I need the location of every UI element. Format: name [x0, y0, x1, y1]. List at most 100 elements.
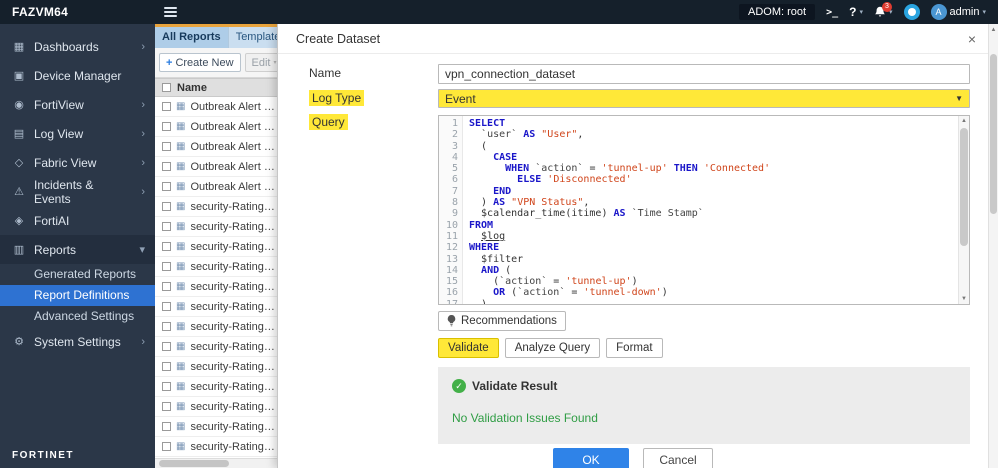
sidebar-item-advanced-settings[interactable]: Advanced Settings: [0, 306, 155, 327]
report-list-item[interactable]: ▦ security-Rating-N...: [155, 337, 277, 357]
username: admin: [949, 6, 980, 18]
sidebar-item-report-definitions[interactable]: Report Definitions: [0, 285, 155, 306]
report-icon: ▦: [176, 361, 186, 372]
success-check-icon: ✓: [452, 379, 466, 393]
close-icon[interactable]: ×: [968, 24, 976, 54]
tab-templates[interactable]: Templates: [229, 27, 277, 48]
hamburger-menu-icon[interactable]: [164, 4, 180, 20]
sidebar: ▦ Dashboards › ▣ Device Manager ◉ FortiV…: [0, 24, 155, 468]
query-code[interactable]: SELECT `user` AS "User", ( CASE WHEN `ac…: [463, 116, 958, 304]
report-list-item[interactable]: ▦ security-Rating-N...: [155, 377, 277, 397]
row-checkbox[interactable]: [162, 402, 171, 411]
sidebar-item-fortiview[interactable]: ◉ FortiView ›: [0, 90, 155, 119]
row-checkbox[interactable]: [162, 282, 171, 291]
row-checkbox[interactable]: [162, 382, 171, 391]
sidebar-item-dashboards[interactable]: ▦ Dashboards ›: [0, 32, 155, 61]
log-type-value: Event: [445, 91, 476, 106]
report-name: Outbreak Alert - ...: [190, 180, 277, 193]
report-list-item[interactable]: ▦ security-Rating-N...: [155, 397, 277, 417]
row-checkbox[interactable]: [162, 182, 171, 191]
report-list-item[interactable]: ▦ security-Rating-N...: [155, 197, 277, 217]
row-checkbox[interactable]: [162, 302, 171, 311]
row-checkbox[interactable]: [162, 362, 171, 371]
sidebar-item-incidents-events[interactable]: ⚠ Incidents & Events ›: [0, 177, 155, 206]
scrollbar-thumb[interactable]: [960, 128, 968, 246]
notification-badge: 3: [882, 2, 892, 12]
format-button[interactable]: Format: [606, 338, 663, 358]
query-editor[interactable]: 1 2 3 4 5 6 7 8 9 10 11 12 13 14 15 16 17 SELECT `user` …: [438, 115, 970, 305]
report-name: security-Rating-N...: [190, 200, 277, 213]
editor-scrollbar[interactable]: ▲ ▼: [958, 116, 969, 304]
row-checkbox[interactable]: [162, 202, 171, 211]
report-list-item[interactable]: ▦ security-Rating-N...: [155, 357, 277, 377]
row-checkbox[interactable]: [162, 222, 171, 231]
create-new-button[interactable]: + Create New: [159, 53, 241, 72]
page-scrollbar[interactable]: ▲: [988, 24, 998, 468]
select-all-checkbox[interactable]: [162, 83, 171, 92]
analyze-query-button[interactable]: Analyze Query: [504, 338, 601, 358]
report-list-item[interactable]: ▦ security-Rating-N...: [155, 277, 277, 297]
row-checkbox[interactable]: [162, 262, 171, 271]
adom-selector[interactable]: ADOM: root: [739, 4, 816, 20]
list-toolbar: + Create New Edit ▾: [155, 48, 277, 78]
incidents-events-icon: ⚠: [14, 186, 24, 198]
sidebar-item-log-view[interactable]: ▤ Log View ›: [0, 119, 155, 148]
sidebar-item-device-manager[interactable]: ▣ Device Manager: [0, 61, 155, 90]
report-list-item[interactable]: ▦ security-Rating-N...: [155, 417, 277, 437]
report-list-item[interactable]: ▦ security-Rating-N...: [155, 257, 277, 277]
report-list-item[interactable]: ▦ security-Rating-N...: [155, 437, 277, 457]
report-list-item[interactable]: ▦ Outbreak Alert - ...: [155, 97, 277, 117]
report-list-item[interactable]: ▦ Outbreak Alert - ...: [155, 157, 277, 177]
edit-button[interactable]: Edit ▾: [244, 53, 277, 72]
sidebar-item-fortiai[interactable]: ◈ FortiAI: [0, 206, 155, 235]
sidebar-item-reports[interactable]: ▥ Reports ▾: [0, 235, 155, 264]
tab-all-reports[interactable]: All Reports: [155, 27, 229, 48]
cancel-button[interactable]: Cancel: [643, 448, 713, 468]
log-type-select[interactable]: Event ▼: [438, 89, 970, 108]
sidebar-item-label: FortiView: [34, 97, 84, 112]
report-list-item[interactable]: ▦ security-Rating-N...: [155, 317, 277, 337]
sidebar-item-label: Reports: [34, 242, 77, 257]
log-type-row: Log Type Event ▼: [309, 89, 970, 108]
dataset-name-input[interactable]: [438, 64, 970, 84]
row-checkbox[interactable]: [162, 162, 171, 171]
scrollbar-thumb[interactable]: [159, 460, 229, 467]
report-list-item[interactable]: ▦ security-Rating-N...: [155, 297, 277, 317]
row-checkbox[interactable]: [162, 142, 171, 151]
scroll-down-icon[interactable]: ▼: [959, 294, 969, 304]
sidebar-item-system-settings[interactable]: ⚙ System Settings ›: [0, 327, 155, 356]
horizontal-scrollbar[interactable]: [155, 458, 277, 468]
row-checkbox[interactable]: [162, 422, 171, 431]
recommendations-button[interactable]: Recommendations: [438, 311, 566, 331]
report-list-item[interactable]: ▦ Outbreak Alert - ...: [155, 177, 277, 197]
help-icon: ?: [849, 5, 857, 19]
row-checkbox[interactable]: [162, 342, 171, 351]
report-list-item[interactable]: ▦ Outbreak Alert - ...: [155, 117, 277, 137]
report-list: ▦ Outbreak Alert - ... ▦ Outbreak Alert …: [155, 97, 277, 458]
sidebar-item-label: Device Manager: [34, 68, 122, 83]
row-checkbox[interactable]: [162, 242, 171, 251]
name-column-header[interactable]: Name: [177, 82, 207, 94]
cli-console-icon[interactable]: >_: [826, 7, 838, 18]
row-checkbox[interactable]: [162, 122, 171, 131]
help-menu[interactable]: ? ▾: [849, 5, 863, 19]
support-icon[interactable]: [903, 4, 920, 20]
validate-button[interactable]: Validate: [438, 338, 499, 358]
row-checkbox[interactable]: [162, 322, 171, 331]
sidebar-item-generated-reports[interactable]: Generated Reports: [0, 264, 155, 285]
chevron-right-icon: ›: [141, 335, 145, 348]
report-list-item[interactable]: ▦ security-Rating-N...: [155, 237, 277, 257]
user-menu[interactable]: A admin ▾: [930, 4, 986, 20]
notifications-menu[interactable]: 3 ▾: [874, 2, 893, 18]
scroll-up-icon[interactable]: ▲: [959, 116, 969, 126]
report-list-item[interactable]: ▦ security-Rating-N...: [155, 217, 277, 237]
scroll-up-icon[interactable]: ▲: [989, 24, 998, 33]
scrollbar-thumb[interactable]: [990, 54, 997, 214]
ok-button[interactable]: OK: [553, 448, 629, 468]
sidebar-item-fabric-view[interactable]: ◇ Fabric View ›: [0, 148, 155, 177]
report-list-item[interactable]: ▦ Outbreak Alert - ...: [155, 137, 277, 157]
row-checkbox[interactable]: [162, 102, 171, 111]
row-checkbox[interactable]: [162, 442, 171, 451]
report-icon: ▦: [176, 281, 186, 292]
recommendations-label: Recommendations: [461, 315, 557, 327]
